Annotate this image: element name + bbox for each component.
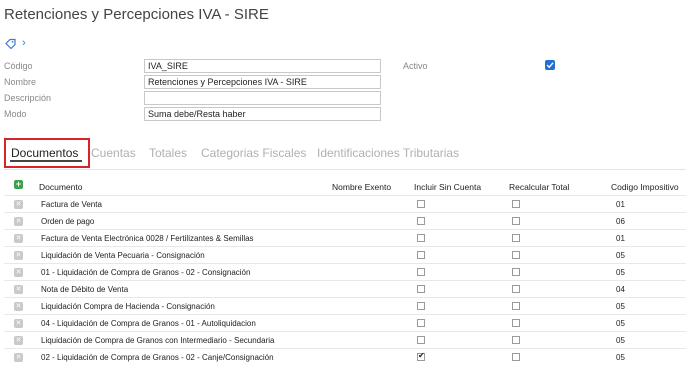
tab-totales[interactable]: Totales <box>149 146 187 160</box>
documento-cell[interactable]: 04 - Liquidación de Compra de Granos - 0… <box>41 319 256 328</box>
recalcular-total-checkbox[interactable] <box>512 319 520 327</box>
recalcular-total-checkbox[interactable] <box>512 234 520 242</box>
descripcion-label: Descripción <box>4 93 52 103</box>
delete-row-icon[interactable]: ✕ <box>14 200 23 209</box>
recalcular-total-checkbox[interactable] <box>512 268 520 276</box>
tab-bar: Documentos Cuentas Totales Categorias Fi… <box>4 138 686 168</box>
delete-row-icon[interactable]: ✕ <box>14 268 23 277</box>
table-row[interactable]: ✕ 04 - Liquidación de Compra de Granos - … <box>4 314 686 331</box>
incluir-sin-cuenta-checkbox[interactable] <box>417 200 425 208</box>
documento-cell[interactable]: Liquidación de Compra de Granos con Inte… <box>41 336 274 345</box>
active-tab-underline <box>10 160 82 162</box>
delete-row-icon[interactable]: ✕ <box>14 353 23 362</box>
grid-body: ✕ Factura de Venta 01 ✕ Orden de pago 06 ✕ Fact… <box>4 195 686 365</box>
codigo-label: Código <box>4 61 33 71</box>
documento-cell[interactable]: Orden de pago <box>41 217 94 226</box>
recalcular-total-checkbox[interactable] <box>512 251 520 259</box>
documento-cell[interactable]: 02 - Liquidación de Compra de Granos - 0… <box>41 353 274 362</box>
documento-cell[interactable]: Liquidación Compra de Hacienda - Consign… <box>41 302 215 311</box>
documento-cell[interactable]: 01 - Liquidación de Compra de Granos - 0… <box>41 268 250 277</box>
tabs-divider <box>4 169 686 170</box>
incluir-sin-cuenta-checkbox[interactable] <box>417 234 425 242</box>
incluir-sin-cuenta-checkbox[interactable] <box>417 285 425 293</box>
documento-cell[interactable]: Liquidación de Venta Pecuaria - Consigna… <box>41 251 205 260</box>
tab-cuentas[interactable]: Cuentas <box>91 146 136 160</box>
delete-row-icon[interactable]: ✕ <box>14 251 23 260</box>
documento-cell[interactable]: Nota de Débito de Venta <box>41 285 128 294</box>
codigo-impositivo-cell[interactable]: 05 <box>616 268 625 277</box>
recalcular-total-checkbox[interactable] <box>512 302 520 310</box>
chevron-right-icon[interactable]: › <box>22 38 26 49</box>
col-incluir-sin-cuenta[interactable]: Incluir Sin Cuenta <box>414 182 481 192</box>
incluir-sin-cuenta-checkbox[interactable] <box>417 336 425 344</box>
check-icon <box>546 62 554 69</box>
incluir-sin-cuenta-checkbox[interactable] <box>417 302 425 310</box>
documentos-grid: + Documento Nombre Exento Incluir Sin Cu… <box>4 178 686 365</box>
grid-header: + Documento Nombre Exento Incluir Sin Cu… <box>4 178 686 195</box>
delete-row-icon[interactable]: ✕ <box>14 336 23 345</box>
incluir-sin-cuenta-checkbox[interactable] <box>417 251 425 259</box>
incluir-sin-cuenta-checkbox[interactable] <box>417 319 425 327</box>
codigo-impositivo-cell[interactable]: 05 <box>616 251 625 260</box>
nombre-field[interactable]: Retenciones y Percepciones IVA - SIRE <box>144 75 381 89</box>
col-recalcular-total[interactable]: Recalcular Total <box>509 182 569 192</box>
tab-categorias-fiscales[interactable]: Categorias Fiscales <box>201 146 306 160</box>
activo-checkbox[interactable] <box>545 60 555 70</box>
modo-field[interactable]: Suma debe/Resta haber <box>144 107 381 121</box>
nombre-label: Nombre <box>4 77 37 87</box>
incluir-sin-cuenta-checkbox[interactable] <box>417 351 425 361</box>
tab-identificaciones-tributarias[interactable]: Identificaciones Tributarias <box>317 146 459 160</box>
descripcion-field[interactable] <box>144 91 381 105</box>
col-codigo-impositivo[interactable]: Codigo Impositivo <box>611 182 679 192</box>
activo-label: Activo <box>403 61 428 71</box>
codigo-impositivo-cell[interactable]: 05 <box>616 336 625 345</box>
codigo-impositivo-cell[interactable]: 05 <box>616 319 625 328</box>
table-row[interactable]: ✕ Orden de pago 06 <box>4 212 686 229</box>
recalcular-total-checkbox[interactable] <box>512 353 520 361</box>
incluir-sin-cuenta-checkbox[interactable] <box>417 217 425 225</box>
table-row[interactable]: ✕ Liquidación de Compra de Granos con Int… <box>4 331 686 348</box>
tag-row: › <box>5 38 26 50</box>
delete-row-icon[interactable]: ✕ <box>14 302 23 311</box>
tab-documentos[interactable]: Documentos <box>11 146 78 160</box>
codigo-impositivo-cell[interactable]: 05 <box>616 302 625 311</box>
col-nombre-exento[interactable]: Nombre Exento <box>332 182 391 192</box>
delete-row-icon[interactable]: ✕ <box>14 234 23 243</box>
table-row[interactable]: ✕ 01 - Liquidación de Compra de Granos - … <box>4 263 686 280</box>
table-row[interactable]: ✕ Nota de Débito de Venta 04 <box>4 280 686 297</box>
recalcular-total-checkbox[interactable] <box>512 217 520 225</box>
codigo-impositivo-cell[interactable]: 06 <box>616 217 625 226</box>
table-row[interactable]: ✕ Factura de Venta 01 <box>4 195 686 212</box>
delete-row-icon[interactable]: ✕ <box>14 319 23 328</box>
codigo-impositivo-cell[interactable]: 05 <box>616 353 625 362</box>
modo-label: Modo <box>4 109 27 119</box>
recalcular-total-checkbox[interactable] <box>512 200 520 208</box>
col-documento[interactable]: Documento <box>39 182 82 192</box>
tag-icon[interactable] <box>5 38 16 50</box>
table-row[interactable]: ✕ Liquidación Compra de Hacienda - Consig… <box>4 297 686 314</box>
codigo-impositivo-cell[interactable]: 01 <box>616 234 625 243</box>
page-title: Retenciones y Percepciones IVA - SIRE <box>4 6 269 23</box>
recalcular-total-checkbox[interactable] <box>512 336 520 344</box>
table-row[interactable]: ✕ Factura de Venta Electrónica 0028 / Fer… <box>4 229 686 246</box>
delete-row-icon[interactable]: ✕ <box>14 217 23 226</box>
documento-cell[interactable]: Factura de Venta Electrónica 0028 / Fert… <box>41 234 254 243</box>
table-row[interactable]: ✕ Liquidación de Venta Pecuaria - Consign… <box>4 246 686 263</box>
codigo-impositivo-cell[interactable]: 01 <box>616 200 625 209</box>
incluir-sin-cuenta-checkbox[interactable] <box>417 268 425 276</box>
codigo-field[interactable]: IVA_SIRE <box>144 59 381 73</box>
codigo-impositivo-cell[interactable]: 04 <box>616 285 625 294</box>
documento-cell[interactable]: Factura de Venta <box>41 200 102 209</box>
delete-row-icon[interactable]: ✕ <box>14 285 23 294</box>
add-row-icon[interactable]: + <box>14 180 23 189</box>
table-row[interactable]: ✕ 02 - Liquidación de Compra de Granos - … <box>4 348 686 365</box>
recalcular-total-checkbox[interactable] <box>512 285 520 293</box>
